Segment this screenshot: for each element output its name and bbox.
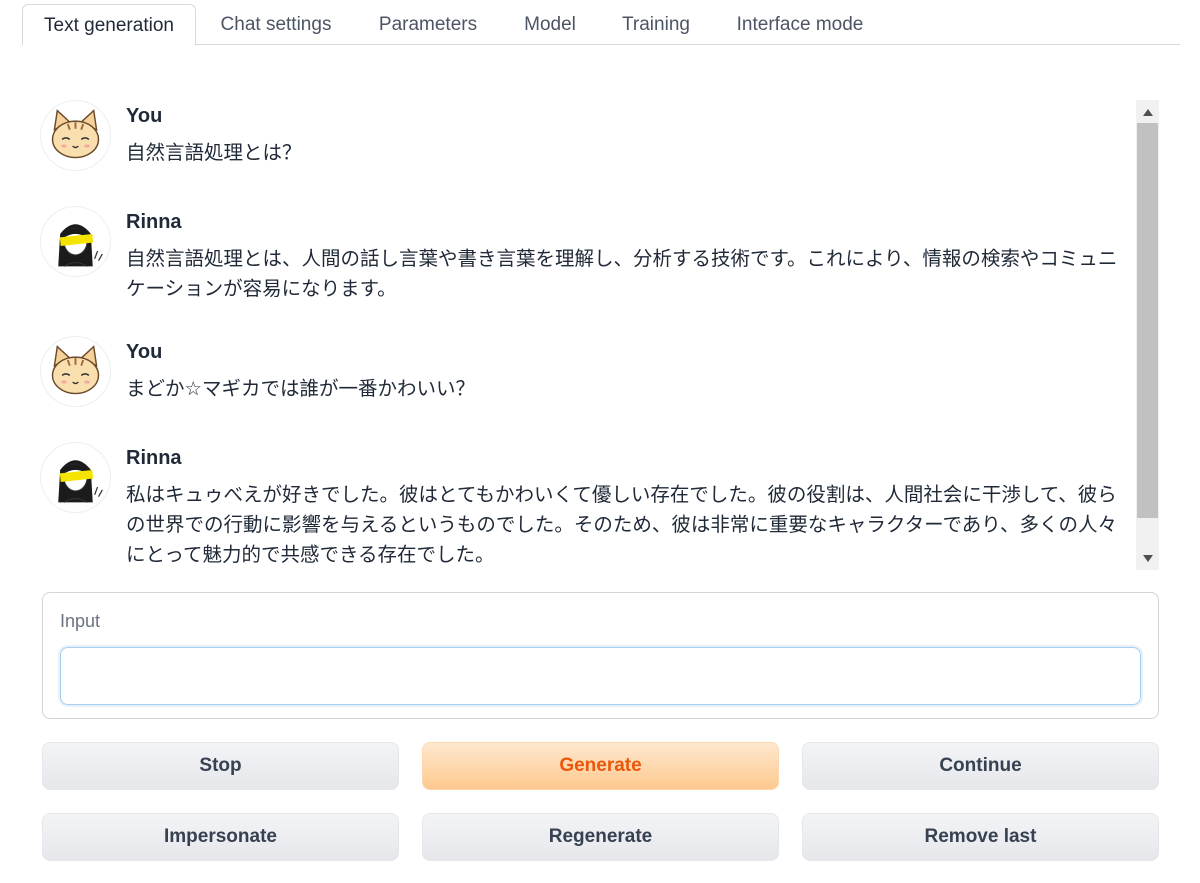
impersonate-button[interactable]: Impersonate [42, 813, 399, 861]
message-text: 自然言語処理とは、人間の話し言葉や書き言葉を理解し、分析する技術です。これにより… [126, 247, 1118, 300]
message-sender: You [126, 105, 163, 127]
regenerate-button[interactable]: Regenerate [422, 813, 779, 861]
girl-avatar-icon [40, 206, 111, 277]
stop-button[interactable]: Stop [42, 742, 399, 790]
girl-avatar-icon [40, 442, 111, 513]
scroll-up-arrow-icon[interactable] [1136, 102, 1159, 122]
message-input[interactable] [60, 647, 1141, 705]
message-sender: Rinna [126, 211, 182, 233]
input-panel: Input [42, 592, 1159, 719]
tab-interface-mode[interactable]: Interface mode [722, 4, 878, 45]
tab-chat-settings[interactable]: Chat settings [204, 4, 348, 45]
message-text: 自然言語処理とは？ [126, 141, 302, 164]
continue-button[interactable]: Continue [802, 742, 1159, 790]
generate-button[interactable]: Generate [422, 742, 779, 790]
chat-message: Rinna 私はキュゥべえが好きでした。彼はとてもかわいくて優しい存在でした。彼… [40, 442, 1130, 570]
message-text: まどか☆マギカでは誰が一番かわいい？ [126, 377, 475, 400]
remove-last-button[interactable]: Remove last [802, 813, 1159, 861]
chat-message: You まどか☆マギカでは誰が一番かわいい？ [40, 336, 1130, 416]
message-sender: You [126, 341, 163, 363]
tab-bar: Text generation Chat settings Parameters… [22, 4, 1180, 46]
tab-text-generation[interactable]: Text generation [22, 4, 196, 46]
cat-avatar-icon [40, 336, 111, 407]
scrollbar-thumb[interactable] [1137, 123, 1158, 518]
tab-parameters[interactable]: Parameters [363, 4, 493, 45]
message-sender: Rinna [126, 447, 182, 469]
scroll-down-arrow-icon[interactable] [1136, 548, 1159, 568]
tab-training[interactable]: Training [606, 4, 706, 45]
input-label: Input [60, 611, 101, 631]
tab-model[interactable]: Model [509, 4, 591, 45]
chat-message: You 自然言語処理とは？ [40, 100, 1130, 180]
cat-avatar-icon [40, 100, 111, 171]
chat-history[interactable]: You 自然言語処理とは？ Rinna 自然言語処理とは、人間の話し言葉や書き言… [40, 100, 1160, 570]
message-text: 私はキュゥべえが好きでした。彼はとてもかわいくて優しい存在でした。彼の役割は、人… [126, 483, 1117, 566]
chat-message: Rinna 自然言語処理とは、人間の話し言葉や書き言葉を理解し、分析する技術です… [40, 206, 1130, 316]
chat-scrollbar[interactable] [1136, 100, 1159, 570]
